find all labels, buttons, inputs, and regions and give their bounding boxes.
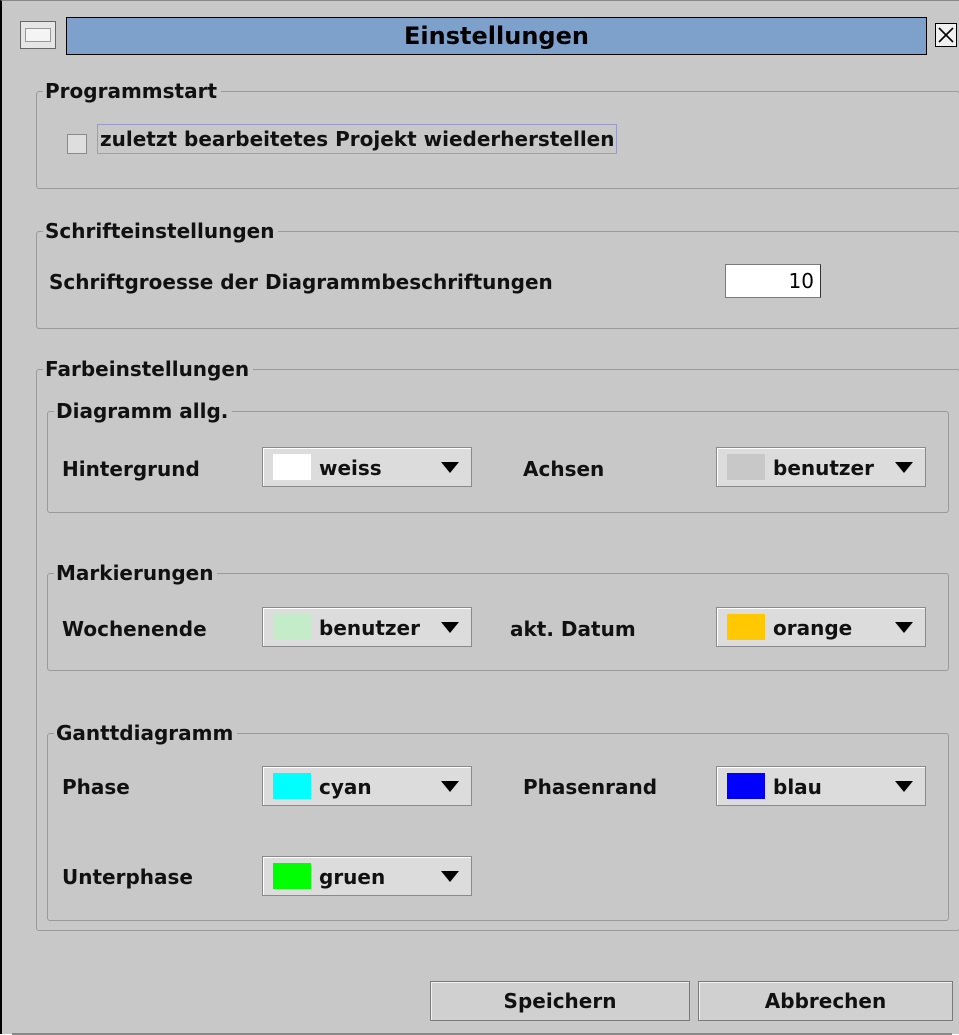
- programmstart-group: Programmstart zuletzt bearbeitetes Proje…: [36, 78, 959, 189]
- chevron-down-icon[interactable]: [441, 622, 459, 633]
- font-size-label: Schriftgroesse der Diagrammbeschriftunge…: [49, 270, 553, 294]
- programmstart-legend: Programmstart: [43, 78, 222, 104]
- font-size-input[interactable]: 10: [725, 264, 821, 298]
- datum-color-select[interactable]: orange: [716, 607, 926, 647]
- restore-project-label[interactable]: zuletzt bearbeitetes Projekt wiederherst…: [97, 124, 618, 154]
- schrift-legend: Schrifteinstellungen: [43, 218, 279, 244]
- hintergrund-label: Hintergrund: [62, 457, 200, 481]
- cancel-button[interactable]: Abbrechen: [698, 981, 953, 1021]
- wochenende-color-select[interactable]: benutzer: [262, 607, 472, 647]
- chevron-down-icon[interactable]: [895, 462, 913, 473]
- unterphase-label: Unterphase: [62, 865, 193, 889]
- chevron-down-icon[interactable]: [441, 781, 459, 792]
- chevron-down-icon[interactable]: [895, 781, 913, 792]
- combo-value: gruen: [319, 865, 386, 889]
- combo-value: cyan: [319, 775, 372, 799]
- phasenrand-label: Phasenrand: [523, 775, 658, 799]
- hintergrund-color-select[interactable]: weiss: [262, 447, 472, 487]
- diagramm-group: Diagramm allg. Hintergrund weiss Achsen …: [47, 398, 949, 513]
- phasenrand-color-select[interactable]: blau: [716, 766, 926, 806]
- color-swatch: [273, 863, 311, 889]
- combo-value: weiss: [319, 456, 382, 480]
- wochenende-label: Wochenende: [62, 617, 207, 641]
- color-swatch: [727, 614, 765, 640]
- schrift-group: Schrifteinstellungen Schriftgroesse der …: [36, 218, 959, 329]
- unterphase-color-select[interactable]: gruen: [262, 856, 472, 896]
- phase-color-select[interactable]: cyan: [262, 766, 472, 806]
- markierungen-legend: Markierungen: [54, 560, 218, 586]
- farben-legend: Farbeinstellungen: [43, 356, 254, 382]
- color-swatch: [727, 454, 765, 480]
- achsen-label: Achsen: [523, 457, 605, 481]
- farben-group: Farbeinstellungen Diagramm allg. Hinterg…: [36, 356, 959, 931]
- diagramm-legend: Diagramm allg.: [54, 398, 233, 424]
- window-menu-icon[interactable]: [20, 21, 56, 49]
- color-swatch: [273, 614, 311, 640]
- window-title: Einstellungen: [66, 17, 927, 55]
- combo-value: benutzer: [773, 456, 874, 480]
- combo-value: orange: [773, 616, 853, 640]
- color-swatch: [273, 773, 311, 799]
- combo-value: benutzer: [319, 616, 420, 640]
- close-icon[interactable]: [935, 23, 957, 47]
- settings-dialog: Einstellungen Programmstart zuletzt bear…: [0, 0, 959, 1035]
- chevron-down-icon[interactable]: [895, 622, 913, 633]
- gantt-group: Ganttdiagramm Phase cyan Phasenrand blau…: [47, 720, 949, 921]
- restore-project-checkbox[interactable]: [67, 134, 87, 154]
- combo-value: blau: [773, 775, 822, 799]
- gantt-legend: Ganttdiagramm: [54, 720, 238, 746]
- phase-label: Phase: [62, 775, 130, 799]
- markierungen-group: Markierungen Wochenende benutzer akt. Da…: [47, 560, 949, 671]
- color-swatch: [273, 454, 311, 480]
- color-swatch: [727, 773, 765, 799]
- chevron-down-icon[interactable]: [441, 462, 459, 473]
- title-bar: Einstellungen: [10, 9, 957, 61]
- achsen-color-select[interactable]: benutzer: [716, 447, 926, 487]
- chevron-down-icon[interactable]: [441, 871, 459, 882]
- save-button[interactable]: Speichern: [430, 981, 690, 1021]
- datum-label: akt. Datum: [510, 617, 636, 641]
